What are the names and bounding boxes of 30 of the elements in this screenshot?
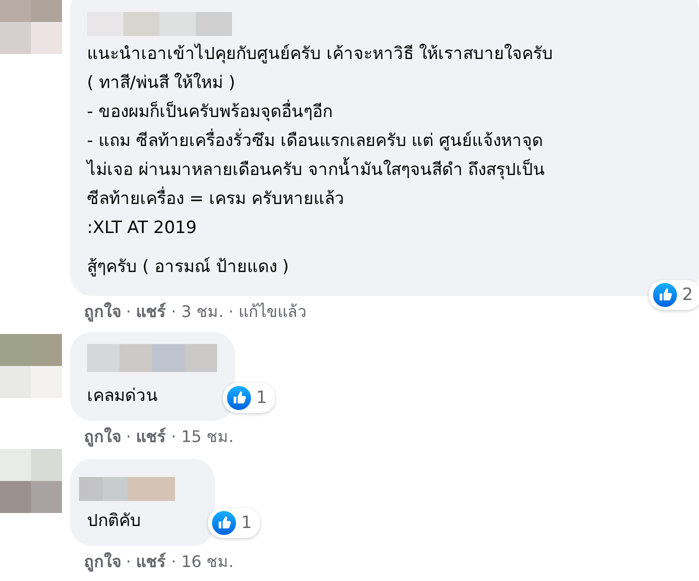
reaction-badge[interactable]: 1 [223,383,275,413]
share-link[interactable]: แชร์ [136,425,166,449]
share-link[interactable]: แชร์ [136,550,166,574]
like-link[interactable]: ถูกใจ [84,425,121,449]
comment-text: แนะนำเอาเข้าไปคุยกับศูนย์ครับ เค้าจะหาวิธี ให้เราสบายใจครับ ( ทาสี/พ่นสี ให้ใหม่ ) - ของผมก็เป็นครับพร้อมจุดอื่นๆอีก - แถม ซีลท้ายเครื่องรั่วซึม เดือนแรกเลยครับ แต่ ศูนย์แจ้งหาจุด ไม่เจอ ผ่านมาหลายเดือนครับ จากน้ำมันใสๆจนสีดำ ถึงสรุปเป็น ซีลท้ายเครื่อง = เครม ครับหายแล้ว :XLT AT 2019 [87,42,554,240]
reaction-badge[interactable]: 2 [649,280,699,310]
separator-dot: · [171,426,176,448]
like-link[interactable]: ถูกใจ [84,300,121,324]
separator-dot: · [126,301,132,323]
timestamp-link[interactable]: 15 ชม. [181,425,234,449]
separator-dot: · [171,551,176,573]
separator-dot: · [126,551,132,573]
reaction-badge[interactable]: 1 [208,508,260,538]
separator-dot: · [171,301,176,323]
thumbs-up-icon [212,511,236,535]
timestamp-link[interactable]: 3 ชม. [181,300,224,324]
share-link[interactable]: แชร์ [136,300,166,324]
reaction-count: 2 [682,285,693,305]
thumbs-up-icon [653,283,678,307]
thumbs-up-icon [227,386,252,410]
separator-dot: · [228,301,234,323]
comment-text: เคลมด่วน [87,385,159,408]
edited-label: แก้ไขแล้ว [238,301,307,323]
comment-text: สู้ๆครับ ( อารมณ์ ป้ายแดง ) [87,256,290,279]
reaction-count: 1 [256,388,267,408]
reaction-count: 1 [241,513,252,533]
comment-text: ปกติคับ [87,510,142,533]
like-link[interactable]: ถูกใจ [84,550,121,574]
separator-dot: · [126,426,132,448]
timestamp-link[interactable]: 16 ชม. [181,550,234,574]
